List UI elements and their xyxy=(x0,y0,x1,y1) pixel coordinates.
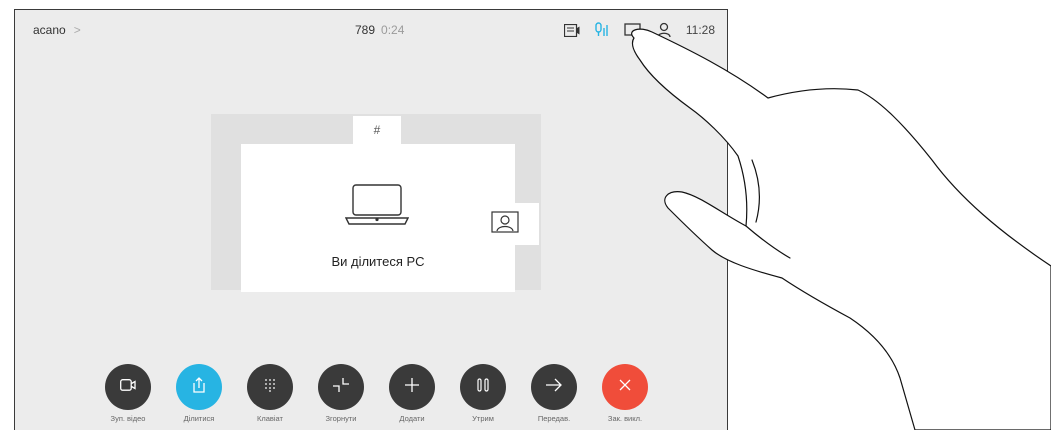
pointing-hand-illustration xyxy=(631,28,1051,430)
